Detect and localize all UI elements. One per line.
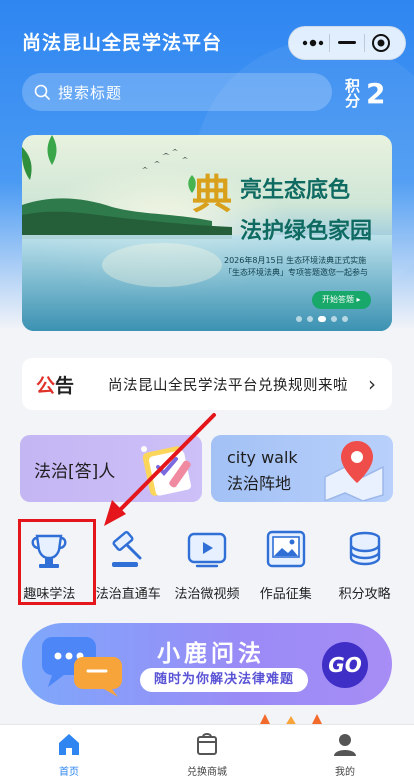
chevron-right-icon: › [368, 372, 376, 396]
tab-profile[interactable]: 我的 [276, 725, 414, 780]
search-icon [34, 84, 50, 100]
promo-banner[interactable]: 典 亮生态底色 法护绿色家园 2026年8月15日 生态环境法典正式实施 「生态… [22, 135, 392, 331]
xiaolu-wenfa-banner[interactable]: 小鹿问法 随时为你解决法律难题 GO [22, 623, 392, 705]
app-title: 尚法昆山全民学法平台 [22, 32, 223, 54]
page-dot[interactable] [307, 316, 313, 322]
announcement-text: 尚法昆山全民学法平台兑换规则来啦 [108, 377, 348, 394]
capsule-divider [329, 34, 331, 52]
video-icon [184, 527, 230, 571]
capsule-divider [363, 34, 365, 52]
feature-fazhi-zhitongche[interactable]: 法治直通车 [89, 523, 168, 603]
map-pin-icon [324, 441, 384, 501]
tab-label: 首页 [59, 767, 79, 778]
chat-bubble-icon [42, 637, 122, 697]
tab-shop[interactable]: 兑换商城 [138, 725, 276, 780]
target-close-icon[interactable] [366, 28, 396, 58]
points-value: 2 [366, 76, 386, 110]
picture-icon [263, 527, 309, 571]
tab-label: 我的 [335, 767, 355, 778]
points-display[interactable]: 积分 2 [343, 72, 404, 114]
page-dot[interactable] [342, 316, 348, 322]
fazhi-daren-card[interactable]: 法治[答]人 [20, 435, 202, 502]
feature-label: 积分攻略 [338, 587, 391, 602]
page-dot[interactable] [296, 316, 302, 322]
search-placeholder: 搜索标题 [58, 83, 123, 102]
banner-pagination [296, 316, 348, 322]
tab-label: 兑换商城 [187, 767, 227, 778]
page-dot-active[interactable] [318, 316, 326, 322]
highlight-box [18, 519, 96, 605]
banner-title-line1: 亮生态底色 [240, 178, 351, 203]
profile-icon [334, 734, 356, 756]
card-label: 法治[答]人 [34, 462, 116, 482]
announcement-tag-suffix: 告 [55, 374, 75, 397]
bottom-tab-bar: 首页 兑换商城 我的 [0, 724, 414, 780]
search-bar[interactable]: 搜索标题 [22, 73, 332, 111]
announcement-tag: 公告 [36, 371, 88, 398]
more-dots-icon[interactable] [298, 28, 328, 58]
announcement-tag-prefix: 公 [36, 374, 56, 397]
shop-icon [197, 733, 217, 755]
banner-badge: 典 [192, 171, 232, 218]
city-walk-card[interactable]: city walk 法治阵地 [211, 435, 393, 502]
banner-title-line2: 法护绿色家园 [240, 219, 373, 244]
tab-home[interactable]: 首页 [0, 725, 138, 780]
banner-subtitle-line2: 「生态环境法典」专项答题邀您一起参与 [224, 268, 368, 277]
go-button[interactable]: GO [322, 642, 368, 688]
quiz-pencil-icon [141, 446, 192, 496]
card-label-line1: city walk [227, 448, 298, 467]
feature-label: 作品征集 [259, 587, 312, 602]
banner-subtitle-line1: 2026年8月15日 生态环境法典正式实施 [224, 256, 367, 265]
feature-label: 法治微视频 [174, 587, 240, 602]
minimize-icon[interactable] [332, 28, 362, 58]
mini-program-capsule [288, 26, 406, 60]
gavel-icon [105, 527, 151, 571]
feature-label: 法治直通车 [95, 587, 161, 602]
coins-icon [342, 527, 388, 571]
home-icon [59, 734, 79, 755]
feature-fazhi-weishipin[interactable]: 法治微视频 [168, 523, 247, 603]
banner-subtitle: 2026年8月15日 生态环境法典正式实施 「生态环境法典」专项答题邀您一起参与 [224, 255, 389, 279]
announcement-bar[interactable]: 公告 尚法昆山全民学法平台兑换规则来啦 › [22, 358, 392, 410]
xiaolu-title: 小鹿问法 [157, 641, 265, 667]
xiaolu-subtitle: 随时为你解决法律难题 [140, 668, 309, 692]
points-label: 积分 [343, 78, 361, 108]
feature-jifen-gonglue[interactable]: 积分攻略 [325, 523, 404, 603]
banner-start-button[interactable]: 开始答题 ▸ [312, 291, 371, 309]
card-label-line2: 法治阵地 [227, 474, 292, 493]
page-dot[interactable] [331, 316, 337, 322]
feature-zuopin-zhengji[interactable]: 作品征集 [246, 523, 325, 603]
